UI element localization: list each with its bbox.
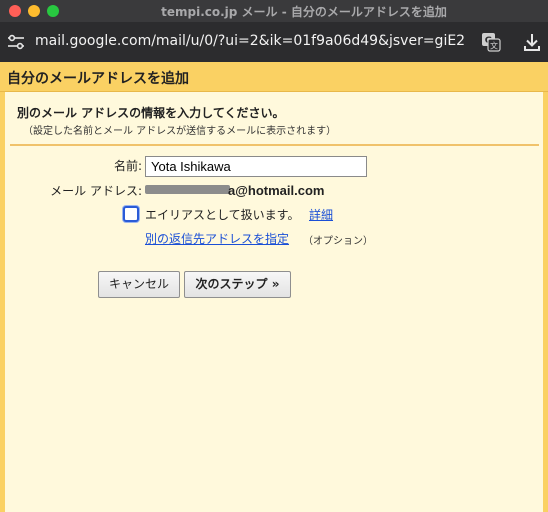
alias-checkbox[interactable]: [123, 206, 139, 222]
reply-to-link[interactable]: 別の返信先アドレスを指定: [145, 230, 289, 247]
cancel-button[interactable]: キャンセル: [98, 271, 180, 298]
dialog-header: 自分のメールアドレスを追加: [0, 62, 548, 92]
name-input[interactable]: [145, 156, 367, 177]
url-field[interactable]: mail.google.com/mail/u/0/?ui=2&ik=01f9a0…: [35, 33, 465, 49]
svg-text:文: 文: [490, 41, 498, 51]
details-link[interactable]: 詳細: [309, 206, 333, 223]
form-subheading: （設定した名前とメール アドレスが送信するメールに表示されます）: [23, 126, 337, 137]
optional-note: （オプション）: [303, 236, 373, 247]
close-window-icon[interactable]: [9, 5, 21, 17]
window-title: tempi.co.jp メール - 自分のメールアドレスを追加: [161, 5, 447, 19]
name-label: 名前:: [113, 159, 142, 173]
address-bar: mail.google.com/mail/u/0/?ui=2&ik=01f9a0…: [0, 22, 548, 62]
alias-label: エイリアスとして扱います。: [145, 208, 300, 222]
site-settings-icon[interactable]: [6, 33, 26, 51]
zoom-window-icon[interactable]: [47, 5, 59, 17]
translate-icon[interactable]: G 文: [481, 32, 501, 52]
email-address: a@hotmail.com: [228, 183, 325, 198]
form-heading: 別のメール アドレスの情報を入力してください。: [17, 106, 285, 120]
divider: [10, 144, 539, 146]
window-titlebar: tempi.co.jp メール - 自分のメールアドレスを追加: [0, 0, 548, 22]
form-panel: [0, 92, 548, 512]
download-icon[interactable]: [522, 32, 542, 52]
email-label: メール アドレス:: [50, 184, 142, 198]
next-step-button[interactable]: 次のステップ »: [184, 271, 291, 298]
email-redaction: [145, 185, 230, 194]
dialog-title: 自分のメールアドレスを追加: [7, 71, 189, 87]
minimize-window-icon[interactable]: [28, 5, 40, 17]
